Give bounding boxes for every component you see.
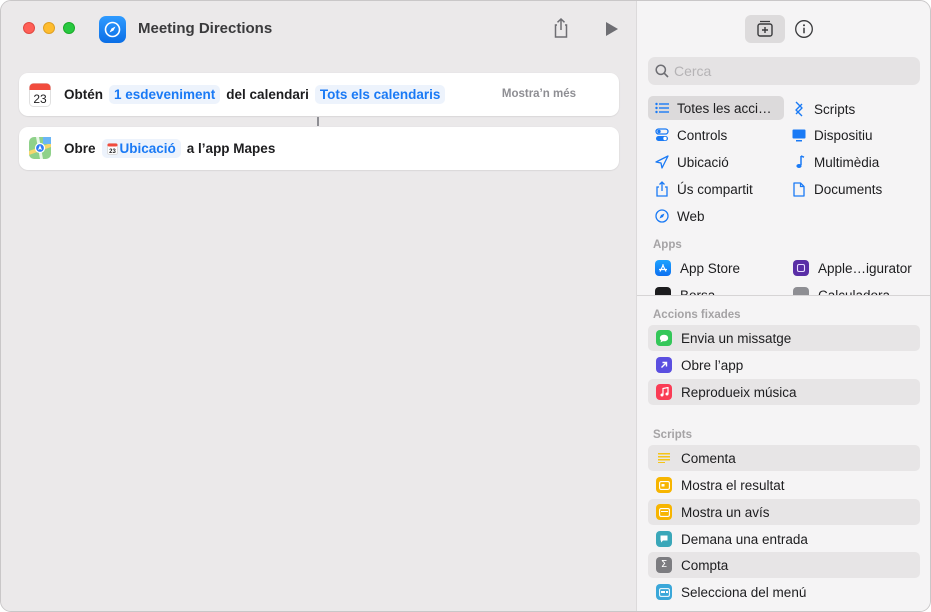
window-controls	[23, 22, 75, 34]
category-documents[interactable]: Documents	[791, 177, 882, 201]
search-input[interactable]	[674, 63, 904, 79]
search-field[interactable]	[648, 57, 920, 85]
calendar-icon: 23	[29, 83, 51, 107]
show-result-icon	[656, 477, 672, 493]
category-media[interactable]: Multimèdia	[791, 150, 879, 174]
pinned-play-music[interactable]: Reprodueix música	[648, 379, 920, 405]
comment-lines-icon	[656, 450, 672, 466]
compass-icon	[654, 208, 670, 224]
category-device[interactable]: Dispositiu	[791, 123, 873, 147]
category-location[interactable]: Ubicació	[654, 150, 729, 174]
input-bubble-icon	[656, 531, 672, 547]
location-token[interactable]: 23 Ubicació	[101, 139, 181, 158]
script-show-alert[interactable]: Mostra un avís	[648, 499, 920, 525]
script-ask-for-input[interactable]: Demana una entrada	[648, 526, 920, 552]
share-button[interactable]	[551, 17, 571, 39]
svg-text:23: 23	[109, 149, 116, 155]
scripts-section-label: Scripts	[653, 429, 692, 441]
category-sharing[interactable]: Ús compartit	[654, 177, 753, 201]
menu-icon	[656, 584, 672, 600]
action-connector	[317, 117, 319, 126]
share-icon	[554, 17, 568, 38]
action-verb: Obre	[64, 141, 96, 156]
action-library: Totes les acci… Controls Ubicació Ús com…	[636, 1, 930, 611]
add-action-icon	[757, 20, 773, 37]
minimize-button[interactable]	[43, 22, 55, 34]
script-choose-from-menu[interactable]: Selecciona del menú	[648, 579, 920, 605]
apps-section-label: Apps	[653, 239, 682, 251]
pinned-section-label: Accions fixades	[653, 309, 741, 321]
shortcut-icon[interactable]	[99, 16, 126, 43]
share-icon	[654, 181, 670, 197]
category-controls[interactable]: Controls	[654, 123, 727, 147]
search-icon	[655, 64, 669, 78]
sigma-icon: Σ	[656, 557, 672, 573]
category-all-actions[interactable]: Totes les acci…	[648, 96, 784, 120]
app-store-icon	[655, 260, 671, 276]
script-show-result[interactable]: Mostra el resultat	[648, 472, 920, 498]
shortcut-title[interactable]: Meeting Directions	[138, 20, 272, 37]
play-icon	[606, 22, 618, 36]
list-icon	[654, 100, 670, 116]
display-icon	[791, 127, 807, 143]
library-tab-details[interactable]	[793, 18, 815, 40]
app-item-app-store[interactable]: App Store	[655, 257, 740, 279]
svg-text:23: 23	[33, 92, 47, 106]
calendar-mini-icon: 23	[106, 142, 118, 155]
location-arrow-icon	[654, 154, 670, 170]
document-icon	[791, 181, 807, 197]
compass-icon	[104, 21, 121, 38]
library-tab-actions[interactable]	[745, 15, 785, 43]
pinned-send-message[interactable]: Envia un missatge	[648, 325, 920, 351]
zoom-button[interactable]	[63, 22, 75, 34]
action-text: del calendari	[226, 87, 309, 102]
app-item-apple-configurator[interactable]: Apple…igurator	[793, 257, 912, 279]
category-web[interactable]: Web	[654, 204, 705, 228]
shortcut-editor: Meeting Directions 23 Obtén 1 esdevenime…	[1, 1, 636, 611]
calendars-token[interactable]: Tots els calendaris	[314, 85, 446, 104]
section-divider	[637, 295, 930, 296]
action-verb: Obtén	[64, 87, 103, 102]
message-icon	[656, 330, 672, 346]
run-button[interactable]	[605, 21, 619, 37]
category-scripts[interactable]: Scripts	[791, 97, 855, 121]
scripts-icon	[791, 101, 807, 117]
music-note-icon	[656, 384, 672, 400]
action-get-calendar-events[interactable]: 23 Obtén 1 esdeveniment del calendari To…	[19, 73, 619, 116]
pinned-open-app[interactable]: Obre l’app	[648, 352, 920, 378]
apps-list: App Store Apple…igurator Borsa Calculado…	[637, 256, 930, 296]
action-open-in-maps[interactable]: Obre 23 Ubicació a l’app Mapes	[19, 127, 619, 170]
configurator-icon	[793, 260, 809, 276]
toggles-icon	[654, 127, 670, 143]
action-text: a l’app Mapes	[186, 141, 276, 156]
maps-icon	[29, 137, 51, 161]
alert-icon	[656, 504, 672, 520]
close-button[interactable]	[23, 22, 35, 34]
shortcuts-window: Meeting Directions 23 Obtén 1 esdevenime…	[0, 0, 931, 612]
script-comment[interactable]: Comenta	[648, 445, 920, 471]
show-more-link[interactable]: Mostra’n més	[502, 88, 576, 100]
script-count[interactable]: Σ Compta	[648, 552, 920, 578]
event-count-token[interactable]: 1 esdeveniment	[109, 85, 221, 104]
info-icon	[795, 20, 813, 38]
open-app-icon	[656, 357, 672, 373]
music-note-icon	[791, 154, 807, 170]
